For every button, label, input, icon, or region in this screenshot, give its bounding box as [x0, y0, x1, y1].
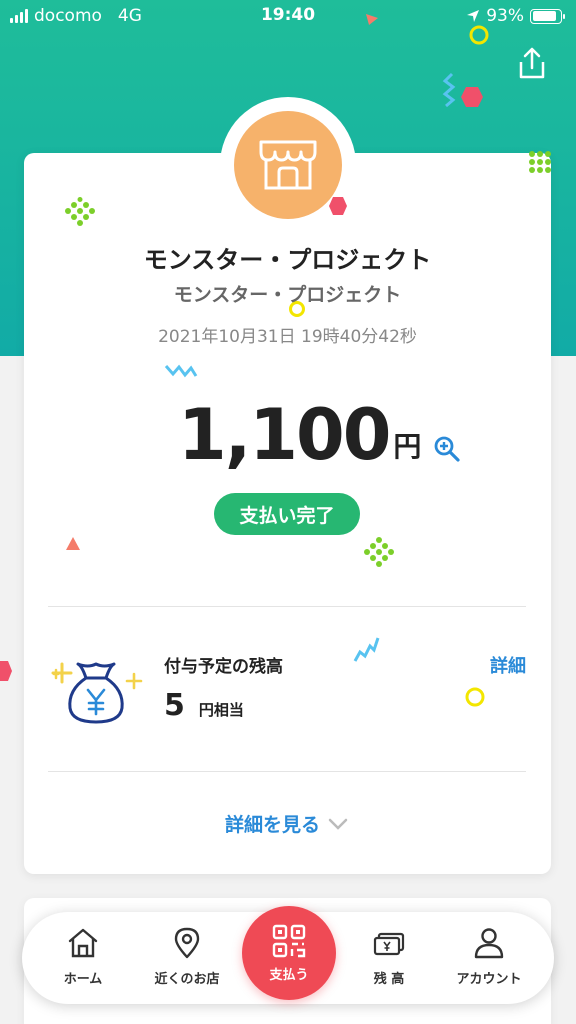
amount-row: 1,100 円: [178, 395, 461, 475]
tab-account[interactable]: アカウント: [444, 926, 534, 996]
confetti-decoration: [469, 25, 489, 45]
confetti-decoration: [0, 661, 12, 681]
confetti-decoration: [366, 14, 378, 25]
divider: [48, 606, 526, 607]
tab-nearby-label: 近くのお店: [154, 972, 220, 987]
confetti-decoration: [353, 637, 380, 662]
points-detail-link[interactable]: 詳細: [490, 652, 526, 678]
location-pin-icon: [174, 927, 200, 959]
battery-percent: 93%: [486, 6, 524, 26]
currency-label: 円: [393, 430, 422, 463]
merchant-name: モンスター・プロジェクト: [143, 246, 432, 274]
share-button[interactable]: [516, 46, 548, 80]
tab-balance[interactable]: 残 高: [344, 926, 434, 996]
divider: [48, 771, 526, 772]
confetti-decoration: [329, 197, 347, 215]
home-icon: [68, 928, 98, 958]
wallet-icon: [373, 932, 405, 956]
points-value: 5: [164, 688, 185, 723]
confetti-decoration: [66, 537, 80, 550]
confetti-decoration: [65, 197, 95, 226]
tab-account-label: アカウント: [456, 972, 522, 987]
tab-home-label: ホーム: [63, 972, 103, 987]
status-badge: 支払い完了: [214, 493, 360, 535]
confetti-decoration: [164, 364, 198, 378]
confetti-decoration: [442, 72, 456, 108]
chevron-down-icon: [328, 818, 348, 830]
points-unit: 円相当: [198, 701, 244, 719]
share-icon: [519, 47, 545, 79]
confetti-decoration: [465, 687, 485, 707]
see-more-button[interactable]: 詳細を見る: [225, 810, 348, 837]
pay-button[interactable]: 支払う: [242, 906, 336, 1000]
qr-code-icon: [272, 924, 306, 957]
payment-datetime: 2021年10月31日 19時40分42秒: [158, 327, 417, 347]
tab-balance-label: 残 高: [373, 972, 405, 987]
tab-nearby[interactable]: 近くのお店: [142, 926, 232, 996]
store-icon: [259, 140, 317, 190]
confetti-decoration: [529, 151, 551, 173]
points-label: 付与予定の残高: [164, 657, 283, 677]
battery-icon: [530, 8, 565, 24]
tab-home[interactable]: ホーム: [38, 926, 128, 996]
money-bag-icon: [48, 660, 143, 724]
zoom-in-icon[interactable]: [433, 435, 461, 463]
confetti-decoration: [461, 87, 483, 107]
see-more-label: 詳細を見る: [225, 814, 321, 836]
person-icon: [474, 928, 504, 959]
location-arrow-icon: [467, 10, 480, 22]
merchant-subname: モンスター・プロジェクト: [173, 284, 402, 306]
pay-button-label: 支払う: [269, 967, 309, 983]
payment-amount: 1,100: [178, 394, 391, 476]
points-value-row: 5 円相当: [164, 688, 244, 723]
confetti-decoration: [364, 537, 394, 567]
